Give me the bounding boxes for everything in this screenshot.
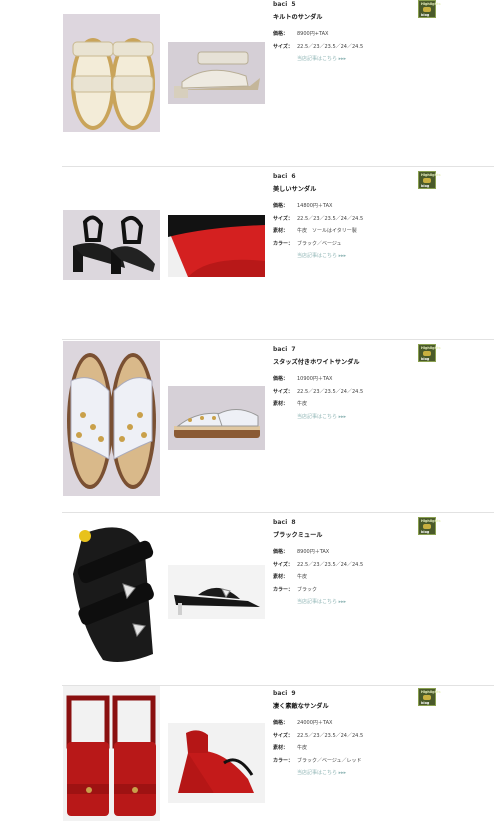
badge-bottom-text: blog	[421, 530, 430, 534]
product-7-material: 牛皮	[297, 401, 308, 408]
white-sandal-side-view-image	[168, 42, 265, 104]
color-label: カラー：	[273, 240, 294, 247]
product-6-sizes: 22.5／23／23.5／24／24.5	[297, 215, 364, 222]
product-item-9: baci 9 凄く素敵なサンダル 価格： 24000円＋TAX サイズ： 22.5／2…	[0, 686, 500, 821]
blog-badge-icon[interactable]: Highlights blog	[418, 517, 441, 535]
badge-bottom-text: blog	[421, 184, 430, 188]
badge-top-text: Highlights	[421, 2, 441, 6]
badge-bottom-text: blog	[421, 701, 430, 705]
red-suede-sandal-pair-image	[63, 686, 160, 821]
product-item-5: baci 5 キルトのサンダル 価格： 8900円+TAX サイズ： 22.5／23／…	[0, 0, 500, 166]
product-6-more-link[interactable]: 当店記事はこちら ▸▸▸	[297, 250, 423, 262]
product-5-sizes: 22.5／23／23.5／24／24.5	[297, 43, 364, 50]
product-6-number: 6	[291, 173, 296, 180]
product-9-sizes: 22.5／23／23.5／24／24.5	[297, 732, 364, 739]
product-7-sizes: 22.5／23／23.5／24／24.5	[297, 388, 364, 395]
product-9-title: 凄く素敵なサンダル	[273, 703, 329, 710]
product-6-price: 14800円＋TAX	[297, 203, 333, 209]
product-5-more-link[interactable]: 当店記事はこちら ▸▸▸	[297, 53, 423, 65]
product-8-main-photo[interactable]	[63, 514, 160, 669]
product-8-material: 牛皮	[297, 574, 308, 581]
product-9-main-photo[interactable]	[63, 686, 160, 821]
red-sole-detail-image	[168, 215, 265, 277]
price-label: 価格：	[273, 31, 289, 37]
size-label: サイズ：	[273, 43, 293, 50]
product-6-brand: baci	[273, 173, 288, 180]
product-6-sole-photo[interactable]	[168, 215, 265, 277]
product-5-main-photo[interactable]	[63, 14, 160, 132]
color-label: カラー：	[273, 757, 294, 764]
product-5-title: キルトのサンダル	[273, 14, 323, 21]
price-label: 価格：	[273, 720, 289, 726]
product-6-title: 美しいサンダル	[273, 186, 317, 193]
badge-top-text: Highlights	[421, 346, 441, 350]
product-7-title: スタッズ付きホワイトサンダル	[273, 359, 360, 366]
product-7-side-photo[interactable]	[168, 386, 265, 450]
material-label: 素材：	[273, 228, 289, 235]
size-label: サイズ：	[273, 732, 293, 739]
badge-top-text: Highlights	[421, 173, 441, 177]
product-9-price: 24000円＋TAX	[297, 720, 333, 726]
product-5-side-photo[interactable]	[168, 42, 265, 104]
product-8-brand: baci	[273, 519, 288, 526]
product-8-color: ブラック	[297, 586, 318, 593]
material-label: 素材：	[273, 745, 289, 752]
badge-bottom-text: blog	[421, 13, 430, 17]
material-label: 素材：	[273, 401, 289, 408]
material-label: 素材：	[273, 574, 289, 581]
product-7-more-link[interactable]: 当店記事はこちら ▸▸▸	[297, 411, 423, 423]
product-9-more-link[interactable]: 当店記事はこちら ▸▸▸	[297, 767, 423, 779]
product-7-brand: baci	[273, 346, 288, 353]
black-heel-sandal-image	[63, 210, 160, 280]
product-9-number: 9	[291, 690, 296, 697]
blog-badge-icon[interactable]: Highlights blog	[418, 171, 441, 189]
product-item-8: baci 8 ブラックミュール 価格： 8900円＋TAX サイズ： 22.5／23／…	[0, 513, 500, 685]
size-label: サイズ：	[273, 215, 293, 222]
price-label: 価格：	[273, 376, 289, 382]
product-8-price: 8900円＋TAX	[297, 549, 330, 555]
blog-badge-icon[interactable]: Highlights blog	[418, 344, 441, 362]
color-label: カラー：	[273, 586, 294, 593]
badge-top-text: Highlights	[421, 690, 441, 694]
white-studded-sandal-side-image	[168, 386, 265, 450]
product-7-number: 7	[291, 346, 296, 353]
product-9-color: ブラック／ベージュ／レッド	[297, 757, 362, 764]
blog-badge-icon[interactable]: Highlights blog	[418, 0, 441, 18]
blog-badge-icon[interactable]: Highlights blog	[418, 688, 441, 706]
price-label: 価格：	[273, 203, 289, 209]
product-7-main-photo[interactable]	[63, 341, 160, 496]
product-6-color: ブラック／ベージュ	[297, 240, 342, 247]
size-label: サイズ：	[273, 561, 293, 568]
product-9-material: 牛皮	[297, 745, 308, 752]
white-quilted-sandal-pair-image	[63, 14, 160, 132]
product-5-number: 5	[291, 1, 296, 8]
product-5-price: 8900円+TAX	[297, 31, 329, 37]
price-label: 価格：	[273, 549, 289, 555]
product-item-7: baci 7 スタッズ付きホワイトサンダル 価格： 10900円＋TAX サイズ： 2…	[0, 340, 500, 512]
product-6-material: 牛皮 ソールはイタリー製	[297, 228, 357, 235]
product-9-brand: baci	[273, 690, 288, 697]
product-6-main-photo[interactable]	[63, 210, 160, 280]
red-suede-sandal-side-image	[168, 723, 265, 803]
product-item-6: baci 6 美しいサンダル 価格： 14800円＋TAX サイズ： 22.5／23／…	[0, 167, 500, 339]
size-label: サイズ：	[273, 388, 293, 395]
product-8-side-photo[interactable]	[168, 565, 265, 619]
product-8-sizes: 22.5／23／23.5／24／24.5	[297, 561, 364, 568]
badge-top-text: Highlights	[421, 519, 441, 523]
white-studded-sandal-pair-image	[63, 341, 160, 496]
black-mule-side-image	[168, 565, 265, 619]
product-7-price: 10900円＋TAX	[297, 376, 333, 382]
badge-bottom-text: blog	[421, 357, 430, 361]
product-9-side-photo[interactable]	[168, 723, 265, 803]
product-8-title: ブラックミュール	[273, 532, 323, 539]
product-8-more-link[interactable]: 当店記事はこちら ▸▸▸	[297, 596, 423, 608]
black-mule-top-view-image	[63, 514, 160, 669]
product-8-number: 8	[291, 519, 296, 526]
product-5-brand: baci	[273, 1, 288, 8]
